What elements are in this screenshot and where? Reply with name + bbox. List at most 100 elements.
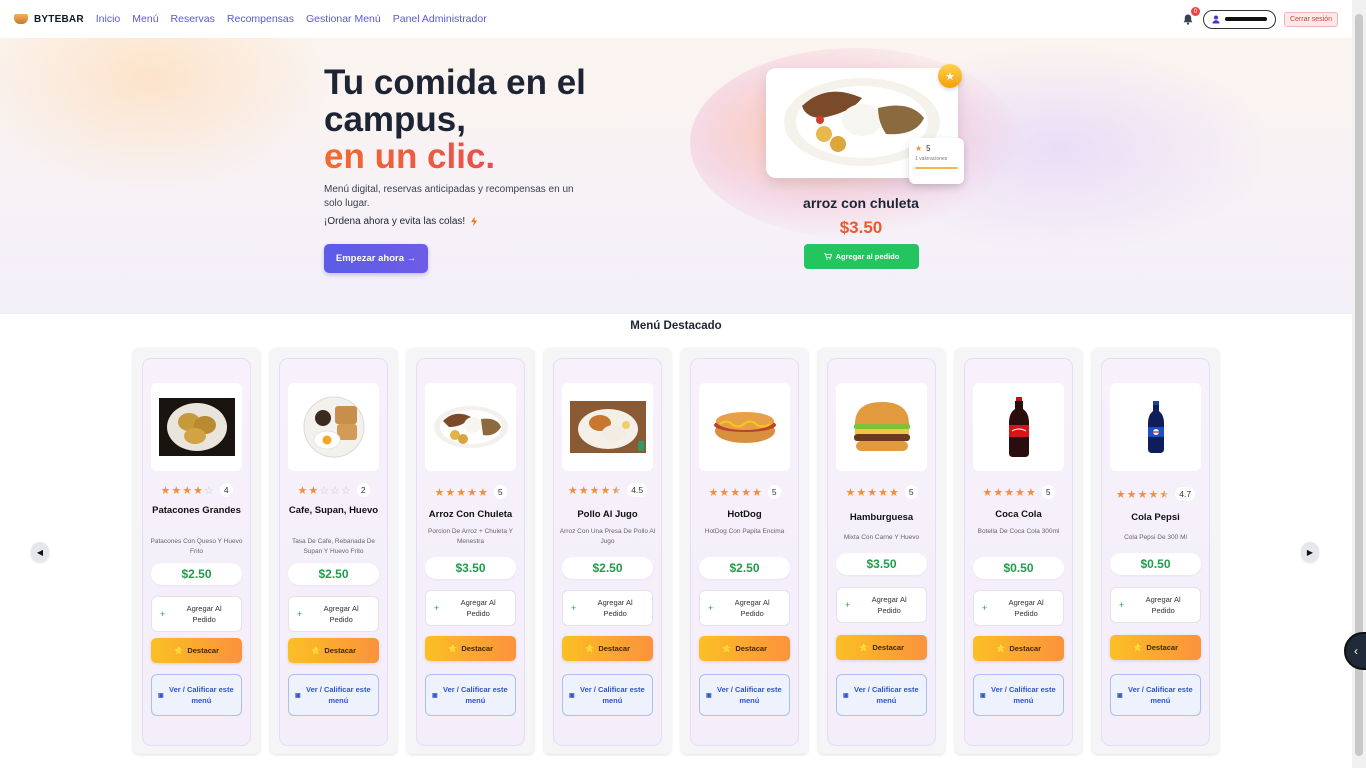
view-rate-button[interactable]: ▣ Ver / Calificar este menú [562,674,653,716]
user-icon [1212,15,1220,23]
view-rate-label: Ver / Calificar este menú [991,685,1056,705]
highlight-button[interactable]: ⭐ Destacar [699,636,790,661]
add-to-order-button[interactable]: + Agregar Al Pedido [425,590,516,626]
add-to-order-label: Agregar Al Pedido [1008,598,1044,618]
product-price: $2.50 [562,557,653,579]
view-rate-label: Ver / Calificar este menú [580,685,645,705]
product-price: $3.50 [836,553,927,575]
star-icon: ⭐ [584,644,595,653]
menu-card: ★ ★ ★ ★ ★ 5 Coca Cola Botella De Coca Cola 3… [955,348,1082,754]
product-name: Hamburguesa [849,512,914,523]
user-menu-button[interactable] [1202,9,1276,29]
product-description: HotDog Con Papita Encima [704,528,785,535]
plus-icon: + [434,603,440,613]
highlight-button[interactable]: ⭐ Destacar [425,636,516,661]
brand-name: BYTEBAR [34,13,84,25]
view-rate-button[interactable]: ▣ Ver / Calificar este menú [836,674,927,716]
view-rate-button[interactable]: ▣ Ver / Calificar este menú [699,674,790,716]
highlight-label: Destacar [598,644,631,653]
menu-card-inner: ★ ★ ★ ★ ★ 4.5 Pollo Al Jugo Arroz Con Una Pr… [553,358,662,746]
highlight-label: Destacar [872,643,905,652]
product-rating-value: 4.5 [627,483,648,497]
highlight-button[interactable]: ⭐ Destacar [1110,635,1201,660]
product-description: Cola Pepsi De 300 Ml [1124,534,1187,541]
add-to-order-label: Agregar Al Pedido [734,598,770,618]
featured-rating-count: 1 valoraciones [915,156,948,162]
featured-rating-bar [915,167,958,169]
hero-subtitle: Menú digital, reservas anticipadas y rec… [324,184,574,209]
add-to-order-button[interactable]: + Agregar Al Pedido [836,587,927,623]
star-icon: ★ [845,486,856,499]
star-icon: ★ [730,486,741,499]
star-icon: ★ [878,486,888,499]
star-icon: ★ [1015,486,1025,499]
product-rating-value: 5 [1041,485,1055,499]
star-empty-icon: ☆ [330,484,340,497]
view-rate-button[interactable]: ▣ Ver / Calificar este menú [425,674,516,716]
view-rate-button[interactable]: ▣ Ver / Calificar este menú [288,674,379,716]
highlight-button[interactable]: ⭐ Destacar [973,636,1064,661]
star-empty-icon: ☆ [203,484,214,497]
nav-links: Inicio Menú Reservas Recompensas Gestion… [96,13,487,25]
star-icon: ★ [171,484,182,497]
featured-star-badge: ★ [938,64,962,88]
star-icon: ★ [856,486,867,499]
view-rate-label: Ver / Calificar este menú [169,685,234,705]
add-to-order-label: Agregar Al Pedido [323,604,359,624]
nav-link-reservas[interactable]: Reservas [171,13,215,25]
star-icon: ⭐ [1132,643,1143,652]
star-icon: ⭐ [995,644,1006,653]
product-price: $0.50 [1110,553,1201,575]
highlight-button[interactable]: ⭐ Destacar [288,638,379,663]
highlight-label: Destacar [1009,644,1042,653]
view-rate-label: Ver / Calificar este menú [854,685,919,705]
highlight-button[interactable]: ⭐ Destacar [562,636,653,661]
bell-icon [1183,14,1193,25]
nav-link-gestionar-menu[interactable]: Gestionar Menú [306,13,381,25]
start-now-button[interactable]: Empezar ahora → [324,244,428,273]
view-rate-button[interactable]: ▣ Ver / Calificar este menú [151,674,242,716]
product-rating-value: 5 [493,485,507,499]
nav-link-menu[interactable]: Menú [132,13,158,25]
highlight-button[interactable]: ⭐ Destacar [151,638,242,663]
brand[interactable]: BYTEBAR [14,14,84,25]
notifications-button[interactable]: 0 [1181,7,1200,26]
chat-icon: ▣ [843,692,849,699]
brand-logo-icon [14,14,28,24]
add-to-order-button[interactable]: + Agregar Al Pedido [562,590,653,626]
nav-link-inicio[interactable]: Inicio [96,13,121,25]
product-image [1110,383,1201,471]
redacted-username [1224,17,1267,21]
featured-add-to-order-button[interactable]: Agregar al pedido [804,244,919,269]
chat-icon: ▣ [158,692,164,699]
add-to-order-button[interactable]: + Agregar Al Pedido [151,596,242,632]
product-rating: ★ ★ ★ ★ ★ 5 [691,485,798,499]
nav-right: 0 Cerrar sesión [1181,7,1338,29]
logout-button[interactable]: Cerrar sesión [1283,11,1338,27]
highlight-button[interactable]: ⭐ Destacar [836,635,927,660]
add-to-order-button[interactable]: + Agregar Al Pedido [699,590,790,626]
star-icon: ★ [567,484,578,497]
featured-rating-box: ★ 5 1 valoraciones [909,138,964,184]
product-image [562,383,653,471]
star-icon: ★ [600,484,611,497]
add-to-order-label: Agregar Al Pedido [597,598,633,618]
star-icon: ★ [867,486,878,499]
highlight-label: Destacar [1146,643,1179,652]
nav-link-panel-administrador[interactable]: Panel Administrador [393,13,487,25]
nav-link-recompensas[interactable]: Recompensas [227,13,294,25]
hero-cta-label: ¡Ordena ahora y evita las colas! [324,216,466,227]
view-rate-button[interactable]: ▣ Ver / Calificar este menú [973,674,1064,716]
chat-icon: ▣ [569,692,575,699]
add-to-order-button[interactable]: + Agregar Al Pedido [288,596,379,632]
product-image [973,383,1064,471]
add-to-order-button[interactable]: + Agregar Al Pedido [1110,587,1201,623]
view-rate-label: Ver / Calificar este menú [306,685,371,705]
hero-section: Tu comida en el campus, en un clic. Menú… [0,38,1352,298]
product-name: Pollo Al Jugo [577,509,638,520]
carousel-next-button[interactable]: ▶ [1301,542,1319,562]
view-rate-button[interactable]: ▣ Ver / Calificar este menú [1110,674,1201,716]
product-image [288,383,379,471]
carousel-prev-button[interactable]: ◀ [31,542,49,562]
add-to-order-button[interactable]: + Agregar Al Pedido [973,590,1064,626]
